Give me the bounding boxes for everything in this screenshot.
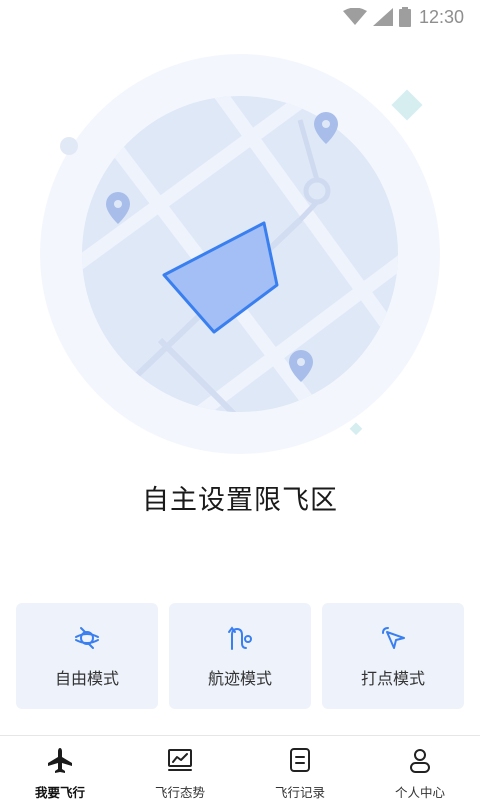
tab-records[interactable]: 飞行记录: [240, 736, 360, 801]
user-icon: [406, 746, 434, 778]
point-mode-label: 打点模式: [360, 669, 425, 688]
free-mode-label: 自由模式: [54, 669, 119, 688]
signal-icon: [372, 8, 393, 26]
wifi-icon: [342, 8, 367, 26]
decor-dot: [60, 137, 78, 155]
track-mode-label: 航迹模式: [207, 669, 272, 688]
point-mode-icon: [378, 623, 408, 653]
status-bar: 12:30: [0, 0, 480, 34]
tab-profile[interactable]: 个人中心: [360, 736, 480, 801]
free-mode-icon: [72, 623, 102, 653]
decor-diamond: [391, 89, 423, 121]
tab-fly[interactable]: 我要飞行: [0, 736, 120, 801]
bottom-tab-bar: 我要飞行 飞行态势 飞行记录 个人中心: [0, 735, 480, 800]
status-time: 12:30: [418, 6, 464, 27]
hero-illustration: [0, 40, 480, 460]
track-mode-icon: [225, 623, 255, 653]
battery-icon: [398, 7, 411, 27]
tab-situation[interactable]: 飞行态势: [120, 736, 240, 801]
track-mode-button[interactable]: 航迹模式: [169, 603, 311, 709]
airplane-icon: [46, 746, 74, 778]
point-mode-button[interactable]: 打点模式: [322, 603, 464, 709]
free-mode-button[interactable]: 自由模式: [16, 603, 158, 709]
trend-chart-icon: [166, 746, 194, 778]
tab-records-label: 飞行记录: [274, 785, 325, 800]
page-title: 自主设置限飞区: [142, 485, 338, 516]
decor-diamond-small: [349, 422, 363, 436]
tab-situation-label: 飞行态势: [154, 785, 205, 800]
tab-profile-label: 个人中心: [394, 785, 445, 800]
tab-fly-label: 我要飞行: [34, 785, 85, 800]
mode-selector: 自由模式 航迹模式 打点模式: [16, 603, 464, 709]
record-icon: [286, 746, 314, 778]
